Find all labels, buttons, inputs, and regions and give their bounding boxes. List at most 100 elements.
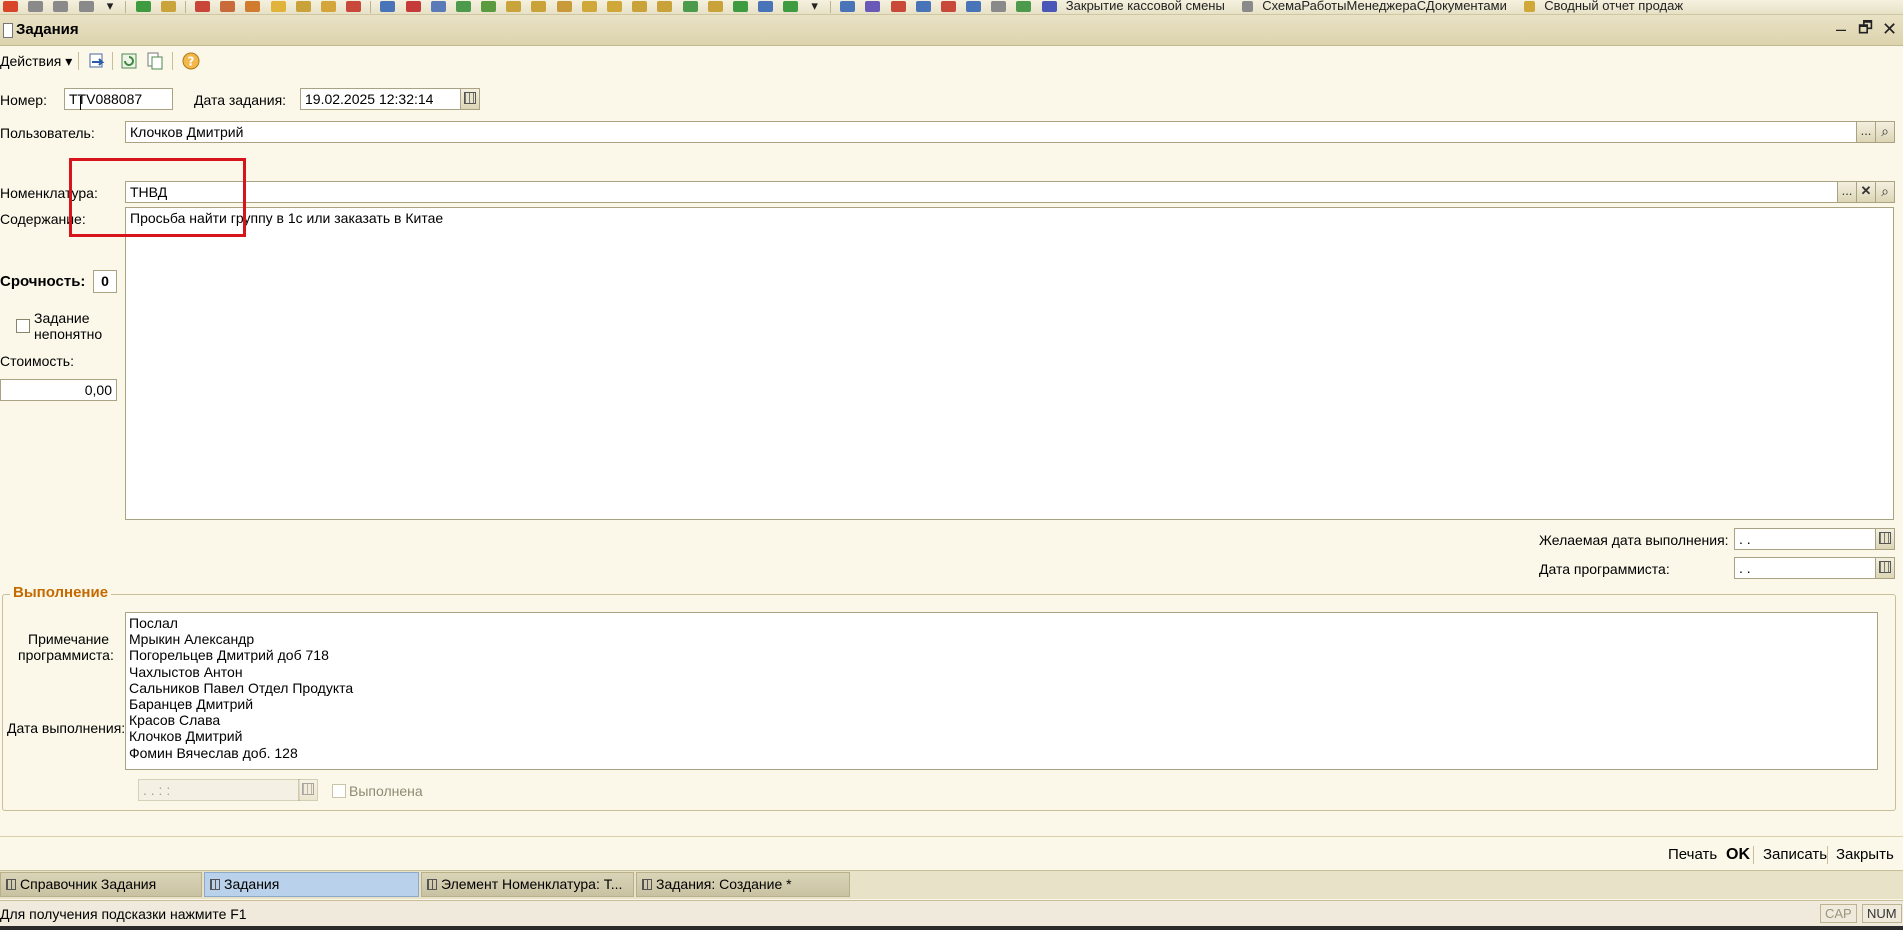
document-icon[interactable] <box>556 1 572 12</box>
calendar-icon <box>464 92 476 104</box>
close-button[interactable]: Закрыть <box>1836 846 1894 863</box>
printer-icon[interactable] <box>840 1 856 12</box>
list-icon <box>6 879 16 890</box>
report-icon[interactable] <box>966 1 982 12</box>
document-check-icon[interactable] <box>135 1 151 12</box>
document-icon[interactable] <box>581 1 597 12</box>
save-button[interactable]: Записать <box>1763 846 1827 863</box>
tab-label: Задания <box>224 876 280 892</box>
main-toolbar: ▾ ▾ Закрытие кассовой смены СхемаРаботыМ… <box>0 0 1903 15</box>
document-icon[interactable] <box>632 1 648 12</box>
ok-button[interactable]: OK <box>1726 846 1750 864</box>
task-date-field[interactable]: 19.02.2025 12:32:14 <box>300 88 461 110</box>
programmer-date-calendar-button[interactable] <box>1875 557 1895 579</box>
desired-date-label: Желаемая дата выполнения: <box>1539 532 1729 548</box>
document-icon[interactable] <box>657 1 673 12</box>
tab-tasks[interactable]: Задания <box>204 872 419 897</box>
app-icon[interactable] <box>3 1 18 12</box>
nomenclature-select-button[interactable]: ... <box>1837 181 1857 203</box>
receipt-icon[interactable] <box>455 1 471 12</box>
window-title: Задания <box>16 21 79 38</box>
content-textarea[interactable]: Просьба найти группу в 1с или заказать в… <box>125 207 1894 520</box>
post-and-close-icon[interactable] <box>86 50 108 72</box>
warehouse-icon[interactable] <box>295 1 311 12</box>
num-indicator: NUM <box>1862 904 1902 923</box>
toolbar-link-sales-summary[interactable]: Сводный отчет продаж <box>1544 0 1683 12</box>
table-icon[interactable] <box>783 1 799 12</box>
note-line: Баранцев Дмитрий <box>129 696 254 713</box>
tab-tasks-catalog[interactable]: Справочник Задания <box>0 872 202 897</box>
print-button[interactable]: Печать <box>1668 846 1717 863</box>
printer-icon[interactable] <box>865 1 881 12</box>
programmer-date-label: Дата программиста: <box>1539 561 1670 577</box>
minimize-button[interactable]: – <box>1836 19 1846 39</box>
document-icon[interactable] <box>607 1 622 12</box>
cart-icon[interactable] <box>320 1 336 12</box>
help-icon[interactable]: ? <box>180 50 202 72</box>
print-preview-icon[interactable] <box>53 1 69 12</box>
task-unclear-checkbox[interactable] <box>16 319 30 333</box>
tab-tasks-create[interactable]: Задания: Создание * <box>636 872 850 897</box>
programmer-date-field[interactable]: . . <box>1734 557 1877 579</box>
return-icon[interactable] <box>405 1 421 12</box>
tab-nomenclature-element[interactable]: Элемент Номенклатура: Т... <box>421 872 634 897</box>
report-icon[interactable] <box>220 1 236 12</box>
folder-icon[interactable] <box>270 1 286 12</box>
money-icon[interactable] <box>506 1 522 12</box>
transfer-icon[interactable] <box>430 1 446 12</box>
toolbar-dropdown-icon[interactable]: ▾ <box>811 0 818 12</box>
check-icon[interactable] <box>1016 1 1032 12</box>
printer-icon[interactable] <box>78 1 94 12</box>
tab-label: Задания: Создание * <box>656 876 792 892</box>
order-icon[interactable] <box>481 1 497 12</box>
print-icon[interactable] <box>28 1 44 12</box>
task-unclear-label-line2: непонятно <box>34 326 103 342</box>
user-label: Пользователь: <box>0 125 95 141</box>
copy-icon[interactable] <box>144 50 166 72</box>
list-icon[interactable] <box>991 1 1007 12</box>
nomenclature-field[interactable]: ТНВД <box>125 181 1839 203</box>
toolbar-dropdown-icon[interactable]: ▾ <box>107 0 114 12</box>
users-icon[interactable] <box>758 1 774 12</box>
report-icon[interactable] <box>940 1 956 12</box>
note-line: Фомин Вячеслав доб. 128 <box>129 744 298 761</box>
desired-date-calendar-button[interactable] <box>1875 528 1895 550</box>
report-icon[interactable] <box>195 1 211 12</box>
window-close-button[interactable]: ✕ <box>1882 19 1897 39</box>
note-line: Красов Слава <box>129 712 221 729</box>
calendar-icon <box>1879 532 1891 544</box>
note-line: Погорельцев Дмитрий доб 718 <box>129 647 329 664</box>
list-icon[interactable] <box>707 1 723 12</box>
calendar-icon <box>302 783 314 795</box>
chart-icon[interactable] <box>890 1 906 12</box>
excel-icon[interactable] <box>732 1 748 12</box>
check-icon[interactable] <box>682 1 698 12</box>
user-select-button[interactable]: ... <box>1856 121 1876 143</box>
user-search-icon[interactable]: ⌕ <box>1875 121 1895 143</box>
number-label: Номер: <box>0 92 47 108</box>
tag-icon[interactable] <box>346 1 362 12</box>
urgency-field[interactable]: 0 <box>93 270 117 293</box>
report-icon[interactable] <box>245 1 261 12</box>
actions-menu[interactable]: Действия ▾ <box>0 53 72 70</box>
programmer-note-textarea[interactable]: Послал Мрыкин Александр Погорельцев Дмит… <box>125 612 1878 770</box>
text-cursor-icon <box>80 96 81 110</box>
sort-az-icon[interactable] <box>1041 1 1057 12</box>
coins-icon[interactable] <box>160 1 176 12</box>
caps-indicator: CAP <box>1820 904 1857 923</box>
user-field[interactable]: Клочков Дмитрий <box>125 121 1858 143</box>
toolbar-link-manager-scheme[interactable]: СхемаРаботыМенеджераСДокументами <box>1262 0 1507 12</box>
save-icon[interactable] <box>118 50 140 72</box>
restore-button[interactable]: 🗗 <box>1858 19 1873 39</box>
nomenclature-search-icon[interactable]: ⌕ <box>1875 181 1895 203</box>
note-line: Послал <box>129 615 178 631</box>
report-icon[interactable] <box>915 1 931 12</box>
desired-date-field[interactable]: . . <box>1734 528 1877 550</box>
toolbar-link-close-cash-shift[interactable]: Закрытие кассовой смены <box>1066 0 1225 12</box>
task-unclear-label-line1: Задание <box>34 310 90 326</box>
invoice-icon[interactable] <box>380 1 396 12</box>
cost-field[interactable]: 0,00 <box>0 379 117 401</box>
cash-icon[interactable] <box>531 1 547 12</box>
nomenclature-clear-icon[interactable]: ✕ <box>1856 181 1876 203</box>
calendar-button[interactable] <box>460 88 480 110</box>
